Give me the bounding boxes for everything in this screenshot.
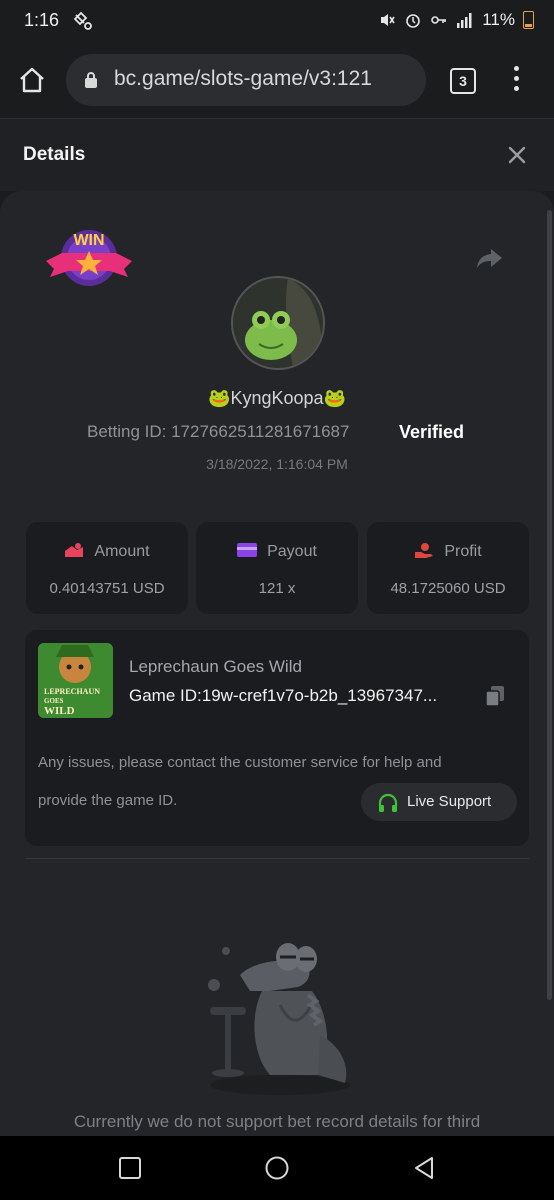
- battery-icon: [523, 11, 534, 29]
- verified-link[interactable]: Verified: [399, 422, 464, 443]
- thumb-line-1: LEPRECHAUN: [44, 687, 100, 696]
- stat-payout-label: Payout: [267, 543, 317, 560]
- headphones-icon: [378, 793, 398, 812]
- alarm-icon: [406, 14, 421, 28]
- browser-toolbar: bc.game/slots-game/v3:121 3: [0, 42, 554, 119]
- url-text: bc.game/slots-game/v3:121: [114, 67, 372, 90]
- stat-amount-value: 0.40143751 USD: [49, 580, 165, 597]
- status-icons: 11%: [378, 10, 534, 30]
- system-nav-bar: [0, 1136, 554, 1200]
- stat-profit: Profit 48.1725060 USD: [367, 522, 529, 614]
- stat-payout-value: 121 x: [258, 580, 296, 597]
- player-name: 🐸KyngKoopa🐸: [208, 388, 346, 408]
- avatar: [231, 276, 325, 370]
- lock-icon: [85, 72, 97, 88]
- win-text: WIN: [73, 232, 104, 249]
- profit-hand-icon: [415, 543, 434, 558]
- game-id: Game ID:19w-cref1v7o-b2b_13967347...: [129, 686, 438, 705]
- stat-profit-label: Profit: [444, 543, 482, 560]
- mute-icon: [381, 14, 395, 26]
- stat-amount: Amount 0.40143751 USD: [26, 522, 188, 614]
- stat-amount-label: Amount: [94, 543, 150, 560]
- share-icon[interactable]: [475, 246, 503, 270]
- thumb-line-2: GOES: [44, 697, 64, 705]
- game-card: LEPRECHAUN GOES WILD Leprechaun Goes Wil…: [25, 630, 529, 846]
- status-time: 1:16: [24, 10, 60, 30]
- support-text-line2: provide the game ID.: [38, 792, 178, 809]
- satellite-icon: [73, 11, 92, 30]
- betting-id: Betting ID: 1727662511281671687: [87, 422, 350, 441]
- live-support-label: Live Support: [407, 793, 492, 810]
- stat-payout: Payout 121 x: [196, 522, 358, 614]
- tab-switcher-button[interactable]: 3: [450, 68, 476, 94]
- battery-percent: 11%: [482, 10, 515, 29]
- vpn-key-icon: [431, 16, 447, 24]
- home-icon[interactable]: [18, 66, 46, 94]
- more-menu-icon[interactable]: [508, 66, 524, 96]
- address-bar[interactable]: bc.game/slots-game/v3:121: [66, 54, 426, 106]
- thumb-line-3: WILD: [44, 705, 75, 717]
- third-party-notice: Currently we do not support bet record d…: [73, 1112, 481, 1131]
- home-nav-icon[interactable]: [265, 1156, 289, 1180]
- amount-icon: [65, 543, 84, 557]
- stat-profit-value: 48.1725060 USD: [390, 580, 506, 597]
- close-icon[interactable]: [505, 143, 529, 167]
- live-support-button[interactable]: Live Support: [361, 783, 517, 821]
- win-badge: WIN: [46, 230, 132, 286]
- avatar-image: [233, 278, 323, 368]
- crocodile-illustration: [208, 943, 350, 1095]
- signal-icon: [457, 13, 472, 28]
- copy-icon[interactable]: [485, 685, 505, 707]
- scrollbar[interactable]: [547, 210, 552, 1000]
- recents-icon[interactable]: [118, 1156, 142, 1180]
- dialog-title: Details: [23, 144, 86, 165]
- payout-card-icon: [237, 543, 258, 557]
- game-thumbnail[interactable]: LEPRECHAUN GOES WILD: [38, 643, 113, 718]
- divider: [25, 858, 529, 859]
- bet-date: 3/18/2022, 1:16:04 PM: [206, 456, 348, 472]
- support-text-line1: Any issues, please contact the customer …: [38, 754, 442, 771]
- game-name[interactable]: Leprechaun Goes Wild: [129, 657, 302, 677]
- back-icon[interactable]: [412, 1156, 436, 1180]
- status-bar: 1:16 11%: [0, 0, 554, 42]
- dialog-header: Details: [0, 119, 554, 191]
